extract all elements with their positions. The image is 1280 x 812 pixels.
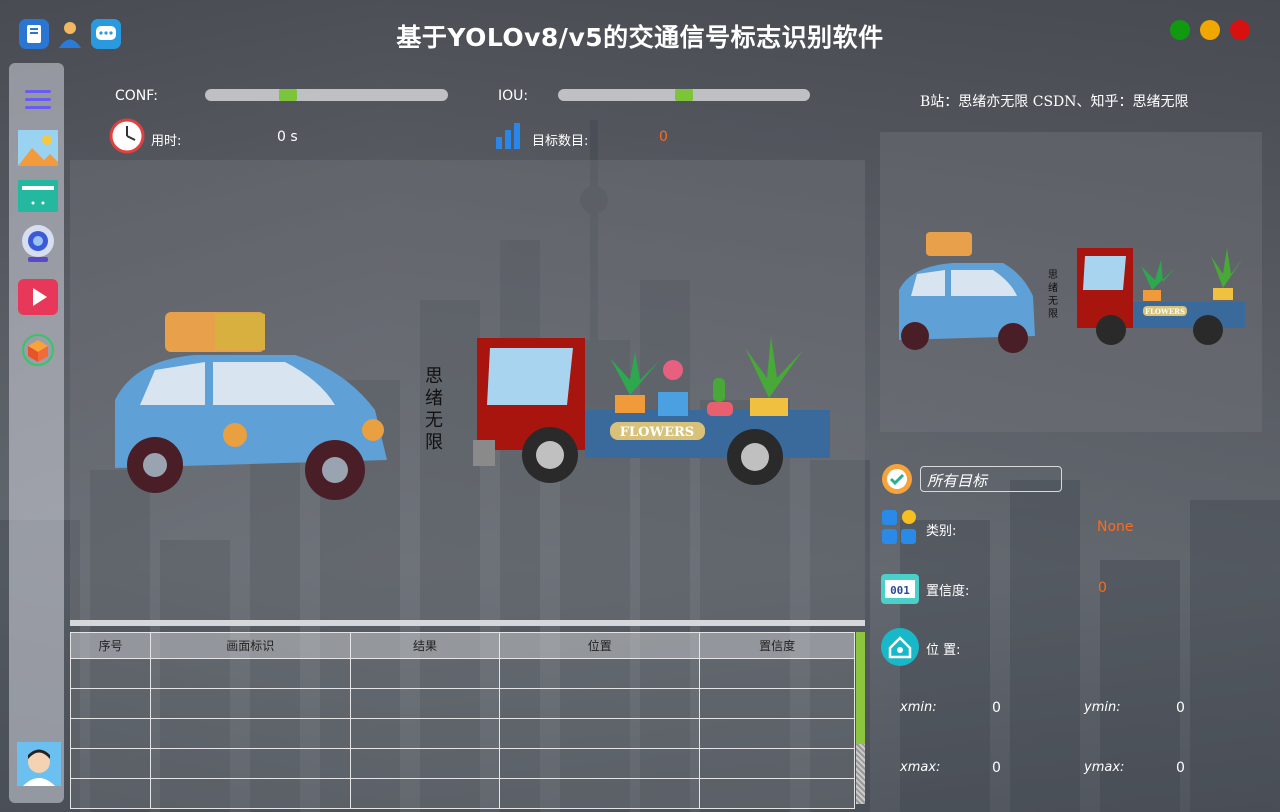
table-row[interactable] — [70, 748, 855, 779]
counter-icon: 001 — [880, 568, 920, 606]
location-icon — [880, 627, 920, 667]
sign-text: 思 绪 无 限 — [425, 366, 443, 453]
results-grid: 序号 画面标识 结果 位置 置信度 — [70, 632, 855, 809]
table-scrollbar-thumb[interactable] — [856, 632, 865, 744]
credit-text: B站：思绪亦无限 CSDN、知乎：思绪无限 — [920, 94, 1189, 110]
category-icon — [880, 508, 918, 546]
iou-slider-handle[interactable] — [675, 89, 693, 101]
close-button[interactable] — [1230, 20, 1250, 40]
sign-char-3: 无 — [425, 410, 443, 431]
ymax-label: ymax: — [1084, 760, 1125, 775]
table-top-bar — [70, 620, 865, 626]
xmin-value: 0 — [992, 700, 1001, 716]
results-table: 序号 画面标识 结果 位置 置信度 — [70, 620, 865, 809]
class-value: None — [1097, 519, 1134, 535]
sidebar — [9, 63, 64, 803]
xmax-label: xmax: — [900, 760, 941, 775]
table-row[interactable] — [70, 658, 855, 689]
bar-chart-icon — [494, 121, 522, 151]
iou-label: IOU: — [498, 88, 529, 104]
window-title: 基于YOLOv8/v5的交通信号标志识别软件 — [396, 23, 884, 52]
conf-slider-track[interactable] — [205, 89, 448, 101]
table-scrollbar[interactable] — [856, 632, 865, 804]
time-label: 用时: — [151, 134, 182, 149]
table-row[interactable] — [70, 718, 855, 749]
main-image: 思 绪 无 限 FLOWERS — [115, 312, 830, 500]
table-row[interactable] — [70, 778, 855, 809]
model-icon[interactable] — [18, 330, 58, 370]
header-confidence[interactable]: 置信度 — [699, 632, 855, 659]
ymin-label: ymin: — [1084, 700, 1121, 715]
position-label: 位 置: — [926, 643, 961, 658]
confidence-label: 置信度: — [926, 584, 970, 599]
sign-char-2: 绪 — [425, 388, 443, 409]
header-index[interactable]: 序号 — [70, 632, 151, 659]
video-icon[interactable] — [18, 277, 58, 317]
sign-char-4: 限 — [425, 432, 443, 453]
conf-label: CONF: — [115, 88, 158, 104]
time-value: 0 s — [277, 129, 298, 145]
ymax-value: 0 — [1176, 760, 1185, 776]
clock-icon — [109, 118, 145, 154]
sign-char-1: 思 — [425, 366, 443, 387]
avatar[interactable] — [17, 742, 61, 786]
class-label: 类别: — [926, 524, 957, 539]
minimize-button[interactable] — [1170, 20, 1190, 40]
preview-truck-label: FLOWERS — [1145, 307, 1185, 316]
target-filter-select[interactable]: 所有目标 — [920, 466, 1062, 492]
conf-slider-handle[interactable] — [279, 89, 298, 101]
checkmark-icon — [880, 463, 914, 495]
truck-label: FLOWERS — [620, 425, 694, 440]
table-row[interactable] — [70, 688, 855, 719]
header-result[interactable]: 结果 — [349, 632, 501, 659]
menu-icon[interactable] — [18, 80, 58, 120]
ymin-value: 0 — [1176, 700, 1185, 716]
image-icon[interactable] — [18, 128, 58, 168]
preview-sign-char-3: 无 — [1048, 296, 1058, 307]
preview-sign-text: 思 绪 无 限 — [1048, 269, 1058, 320]
preview-truck: FLOWERS — [1077, 248, 1245, 345]
maximize-button[interactable] — [1200, 20, 1220, 40]
count-label: 目标数目: — [532, 134, 589, 149]
car-illustration — [115, 312, 387, 500]
preview-sign-char-4: 限 — [1048, 308, 1058, 320]
camera-icon[interactable] — [18, 224, 58, 264]
count-value: 0 — [659, 129, 668, 145]
truck-illustration: FLOWERS — [473, 336, 830, 485]
xmax-value: 0 — [992, 760, 1001, 776]
confidence-value: 0 — [1098, 580, 1107, 596]
header-position[interactable]: 位置 — [499, 632, 701, 659]
preview-car — [899, 232, 1035, 353]
svg-text:001: 001 — [890, 584, 910, 597]
header-frame-id[interactable]: 画面标识 — [149, 632, 351, 659]
preview-image: 思 绪 无 限 FLOWERS — [899, 232, 1245, 353]
preview-sign-char-2: 绪 — [1048, 281, 1058, 294]
xmin-label: xmin: — [900, 700, 937, 715]
preview-sign-char-1: 思 — [1048, 269, 1058, 281]
folder-icon[interactable] — [18, 176, 58, 216]
